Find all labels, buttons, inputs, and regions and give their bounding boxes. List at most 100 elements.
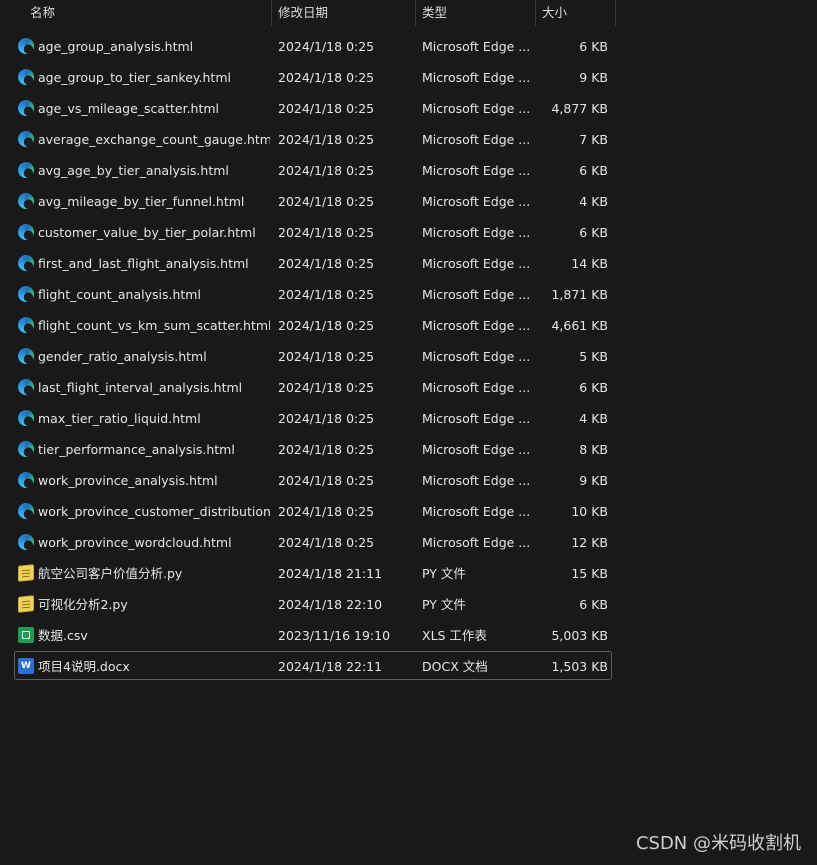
file-row[interactable]: 数据.csv 2023/11/16 19:10 XLS 工作表 5,003 KB bbox=[14, 620, 612, 649]
file-name: tier_performance_analysis.html bbox=[38, 442, 235, 457]
file-type: Microsoft Edge ... bbox=[422, 163, 530, 178]
file-size: 6 KB bbox=[579, 380, 608, 395]
file-name: avg_age_by_tier_analysis.html bbox=[38, 163, 229, 178]
file-row[interactable]: tier_performance_analysis.html 2024/1/18 … bbox=[14, 434, 612, 463]
file-type: PY 文件 bbox=[422, 566, 466, 581]
column-header-date[interactable]: 修改日期 bbox=[270, 0, 415, 26]
file-modified-date: 2024/1/18 0:25 bbox=[278, 442, 375, 457]
file-size: 4,877 KB bbox=[551, 101, 608, 116]
file-row[interactable]: W 项目4说明.docx 2024/1/18 22:11 DOCX 文档 1,503 K… bbox=[14, 651, 612, 680]
file-modified-date: 2024/1/18 0:25 bbox=[278, 535, 375, 550]
column-header-size[interactable]: 大小 bbox=[534, 0, 614, 26]
edge-icon bbox=[18, 472, 34, 488]
excel-file-icon bbox=[18, 627, 34, 643]
file-size: 6 KB bbox=[579, 39, 608, 54]
file-modified-date: 2024/1/18 0:25 bbox=[278, 287, 375, 302]
file-modified-date: 2024/1/18 0:25 bbox=[278, 504, 375, 519]
file-row[interactable]: max_tier_ratio_liquid.html 2024/1/18 0:25… bbox=[14, 403, 612, 432]
file-name: work_province_customer_distribution.... bbox=[38, 504, 270, 519]
file-name: 数据.csv bbox=[38, 628, 88, 643]
edge-icon bbox=[18, 224, 34, 240]
file-row[interactable]: 航空公司客户价值分析.py 2024/1/18 21:11 PY 文件 15 KB bbox=[14, 558, 612, 587]
file-modified-date: 2024/1/18 0:25 bbox=[278, 411, 375, 426]
file-row[interactable]: work_province_analysis.html 2024/1/18 0:2… bbox=[14, 465, 612, 494]
file-modified-date: 2024/1/18 0:25 bbox=[278, 225, 375, 240]
file-modified-date: 2024/1/18 0:25 bbox=[278, 101, 375, 116]
file-size: 12 KB bbox=[571, 535, 608, 550]
file-row[interactable]: customer_value_by_tier_polar.html 2024/1/… bbox=[14, 217, 612, 246]
edge-icon bbox=[18, 193, 34, 209]
file-type: DOCX 文档 bbox=[422, 659, 488, 674]
file-size: 1,871 KB bbox=[551, 287, 608, 302]
file-modified-date: 2024/1/18 0:25 bbox=[278, 70, 375, 85]
file-modified-date: 2024/1/18 0:25 bbox=[278, 256, 375, 271]
file-modified-date: 2024/1/18 21:11 bbox=[278, 566, 383, 581]
file-row[interactable]: avg_mileage_by_tier_funnel.html 2024/1/18… bbox=[14, 186, 612, 215]
edge-icon bbox=[18, 286, 34, 302]
file-modified-date: 2024/1/18 0:25 bbox=[278, 163, 375, 178]
file-row[interactable]: work_province_customer_distribution.... 2… bbox=[14, 496, 612, 525]
file-name: flight_count_analysis.html bbox=[38, 287, 201, 302]
file-name: work_province_analysis.html bbox=[38, 473, 218, 488]
column-header-name[interactable]: 名称 bbox=[22, 0, 270, 26]
watermark: CSDN @米码收割机 bbox=[635, 833, 801, 854]
file-type: Microsoft Edge ... bbox=[422, 132, 530, 147]
file-row[interactable]: average_exchange_count_gauge.html 2024/1/… bbox=[14, 124, 612, 153]
edge-icon bbox=[18, 162, 34, 178]
file-row[interactable]: flight_count_analysis.html 2024/1/18 0:25… bbox=[14, 279, 612, 308]
column-divider[interactable] bbox=[615, 0, 616, 26]
edge-icon bbox=[18, 348, 34, 364]
file-row[interactable]: last_flight_interval_analysis.html 2024/1… bbox=[14, 372, 612, 401]
file-name: customer_value_by_tier_polar.html bbox=[38, 225, 256, 240]
edge-icon bbox=[18, 38, 34, 54]
file-name: work_province_wordcloud.html bbox=[38, 535, 232, 550]
file-modified-date: 2024/1/18 0:25 bbox=[278, 194, 375, 209]
file-type: Microsoft Edge ... bbox=[422, 504, 530, 519]
file-size: 1,503 KB bbox=[551, 659, 608, 674]
file-type: Microsoft Edge ... bbox=[422, 380, 530, 395]
edge-icon bbox=[18, 100, 34, 116]
file-modified-date: 2024/1/18 0:25 bbox=[278, 132, 375, 147]
file-name: first_and_last_flight_analysis.html bbox=[38, 256, 249, 271]
file-type: XLS 工作表 bbox=[422, 628, 487, 643]
column-header-type[interactable]: 类型 bbox=[414, 0, 534, 26]
file-name: flight_count_vs_km_sum_scatter.html bbox=[38, 318, 270, 333]
file-modified-date: 2023/11/16 19:10 bbox=[278, 628, 391, 643]
file-size: 14 KB bbox=[571, 256, 608, 271]
file-size: 8 KB bbox=[579, 442, 608, 457]
file-size: 10 KB bbox=[571, 504, 608, 519]
file-name: avg_mileage_by_tier_funnel.html bbox=[38, 194, 245, 209]
file-type: Microsoft Edge ... bbox=[422, 349, 530, 364]
file-modified-date: 2024/1/18 0:25 bbox=[278, 473, 375, 488]
file-size: 9 KB bbox=[579, 473, 608, 488]
file-name: gender_ratio_analysis.html bbox=[38, 349, 207, 364]
file-type: Microsoft Edge ... bbox=[422, 287, 530, 302]
file-type: Microsoft Edge ... bbox=[422, 411, 530, 426]
file-type: Microsoft Edge ... bbox=[422, 101, 530, 116]
column-header-bar: ⌃ 名称 修改日期 类型 大小 bbox=[0, 0, 817, 26]
file-size: 6 KB bbox=[579, 225, 608, 240]
file-type: Microsoft Edge ... bbox=[422, 442, 530, 457]
file-row[interactable]: age_group_to_tier_sankey.html 2024/1/18 0… bbox=[14, 62, 612, 91]
file-name: 航空公司客户价值分析.py bbox=[38, 566, 183, 581]
edge-icon bbox=[18, 503, 34, 519]
file-row[interactable]: 可视化分析2.py 2024/1/18 22:10 PY 文件 6 KB bbox=[14, 589, 612, 618]
file-size: 6 KB bbox=[579, 597, 608, 612]
edge-icon bbox=[18, 441, 34, 457]
file-row[interactable]: age_vs_mileage_scatter.html 2024/1/18 0:2… bbox=[14, 93, 612, 122]
file-row[interactable]: avg_age_by_tier_analysis.html 2024/1/18 0… bbox=[14, 155, 612, 184]
file-row[interactable]: flight_count_vs_km_sum_scatter.html 2024/… bbox=[14, 310, 612, 339]
file-size: 5,003 KB bbox=[551, 628, 608, 643]
file-row[interactable]: first_and_last_flight_analysis.html 2024/… bbox=[14, 248, 612, 277]
file-modified-date: 2024/1/18 0:25 bbox=[278, 349, 375, 364]
file-size: 15 KB bbox=[571, 566, 608, 581]
file-row[interactable]: gender_ratio_analysis.html 2024/1/18 0:25… bbox=[14, 341, 612, 370]
file-name: age_group_analysis.html bbox=[38, 39, 194, 54]
file-size: 4 KB bbox=[579, 194, 608, 209]
word-file-icon: W bbox=[18, 658, 34, 674]
file-row[interactable]: work_province_wordcloud.html 2024/1/18 0:… bbox=[14, 527, 612, 556]
file-name: age_vs_mileage_scatter.html bbox=[38, 101, 220, 116]
python-file-icon bbox=[18, 595, 34, 613]
file-type: PY 文件 bbox=[422, 597, 466, 612]
file-row[interactable]: age_group_analysis.html 2024/1/18 0:25 Mic… bbox=[14, 31, 612, 60]
